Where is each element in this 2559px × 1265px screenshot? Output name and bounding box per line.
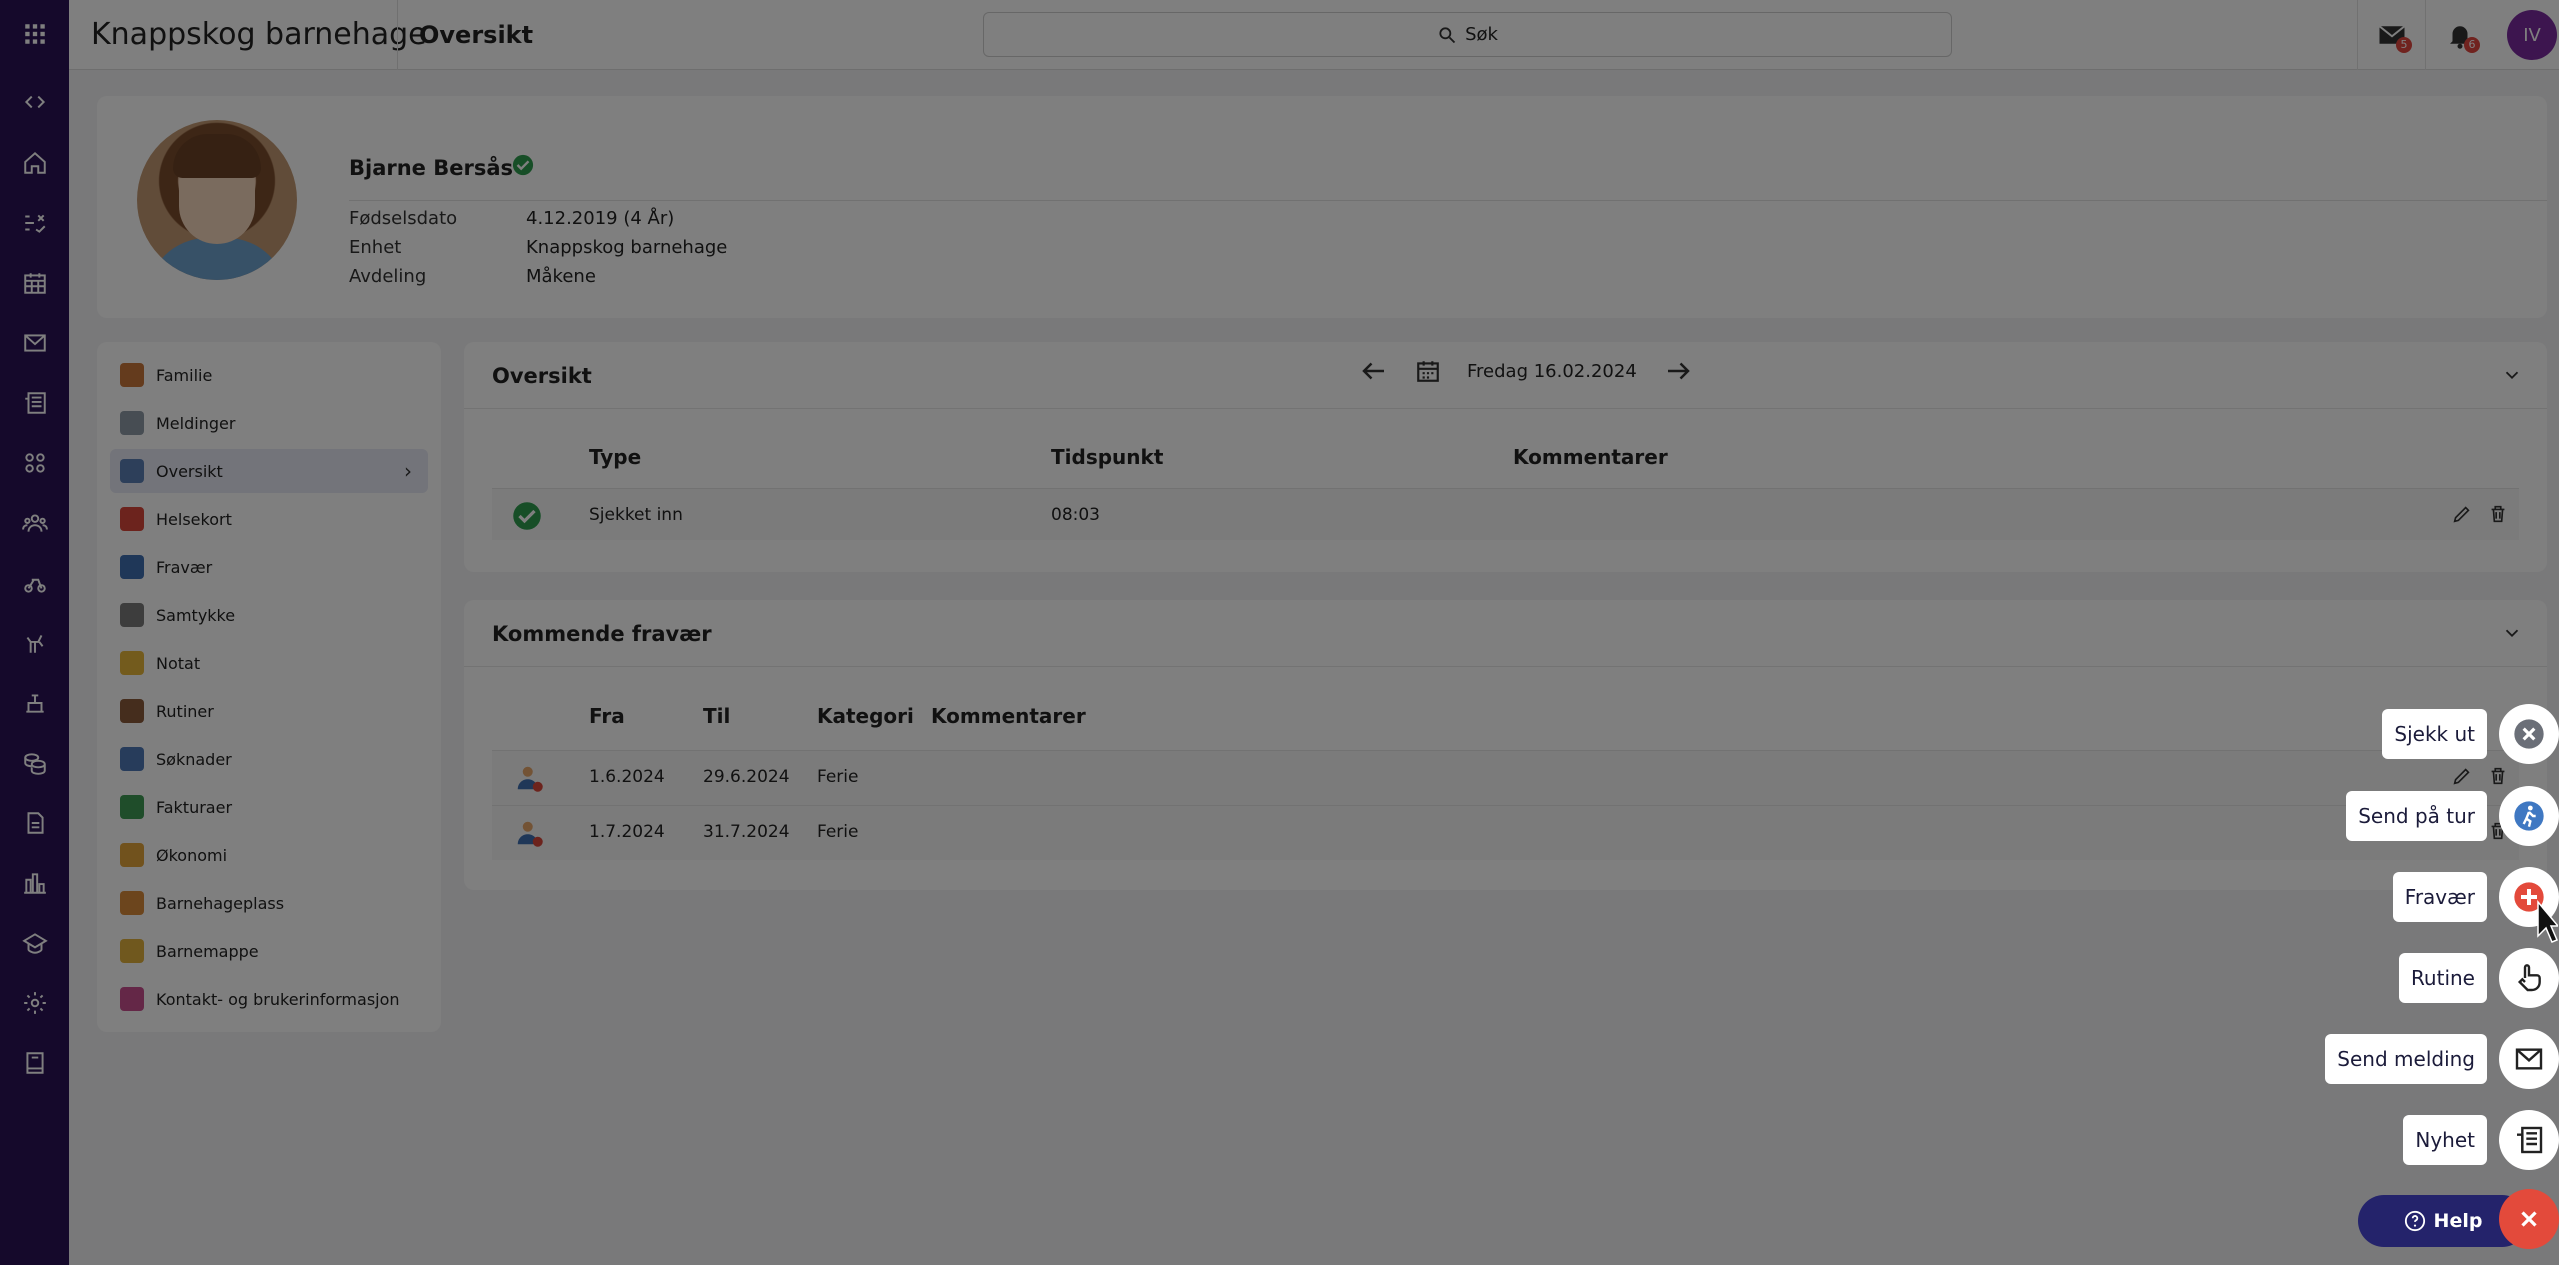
close-icon [2521, 1211, 2537, 1227]
hand-pointer-icon[interactable] [2499, 948, 2559, 1008]
envelope-icon[interactable] [2499, 1029, 2559, 1089]
modal-overlay[interactable] [0, 0, 2559, 1265]
question-circle-icon [2404, 1210, 2425, 1232]
fab-check-out[interactable]: Sjekk ut [2382, 704, 2559, 764]
fab-absence-label[interactable]: Fravær [2392, 872, 2487, 922]
fab-absence[interactable]: Fravær [2392, 867, 2559, 927]
fab-routine-label[interactable]: Rutine [2398, 953, 2487, 1003]
mouse-cursor-icon [2537, 900, 2558, 943]
walking-icon[interactable] [2499, 786, 2559, 846]
fab-send-on-trip[interactable]: Send på tur [2346, 786, 2559, 846]
help-label: Help [2433, 1210, 2483, 1232]
fab-news[interactable]: Nyhet [2403, 1110, 2559, 1170]
fab-routine[interactable]: Rutine [2398, 948, 2559, 1008]
fab-send-message-label[interactable]: Send melding [2325, 1034, 2487, 1084]
newspaper-icon[interactable] [2499, 1110, 2559, 1170]
fab-check-out-label[interactable]: Sjekk ut [2382, 709, 2487, 759]
close-fab-button[interactable] [2499, 1189, 2559, 1249]
close-circle-icon[interactable] [2499, 704, 2559, 764]
fab-news-label[interactable]: Nyhet [2403, 1115, 2487, 1165]
fab-send-on-trip-label[interactable]: Send på tur [2346, 791, 2487, 841]
fab-send-message[interactable]: Send melding [2325, 1029, 2559, 1089]
